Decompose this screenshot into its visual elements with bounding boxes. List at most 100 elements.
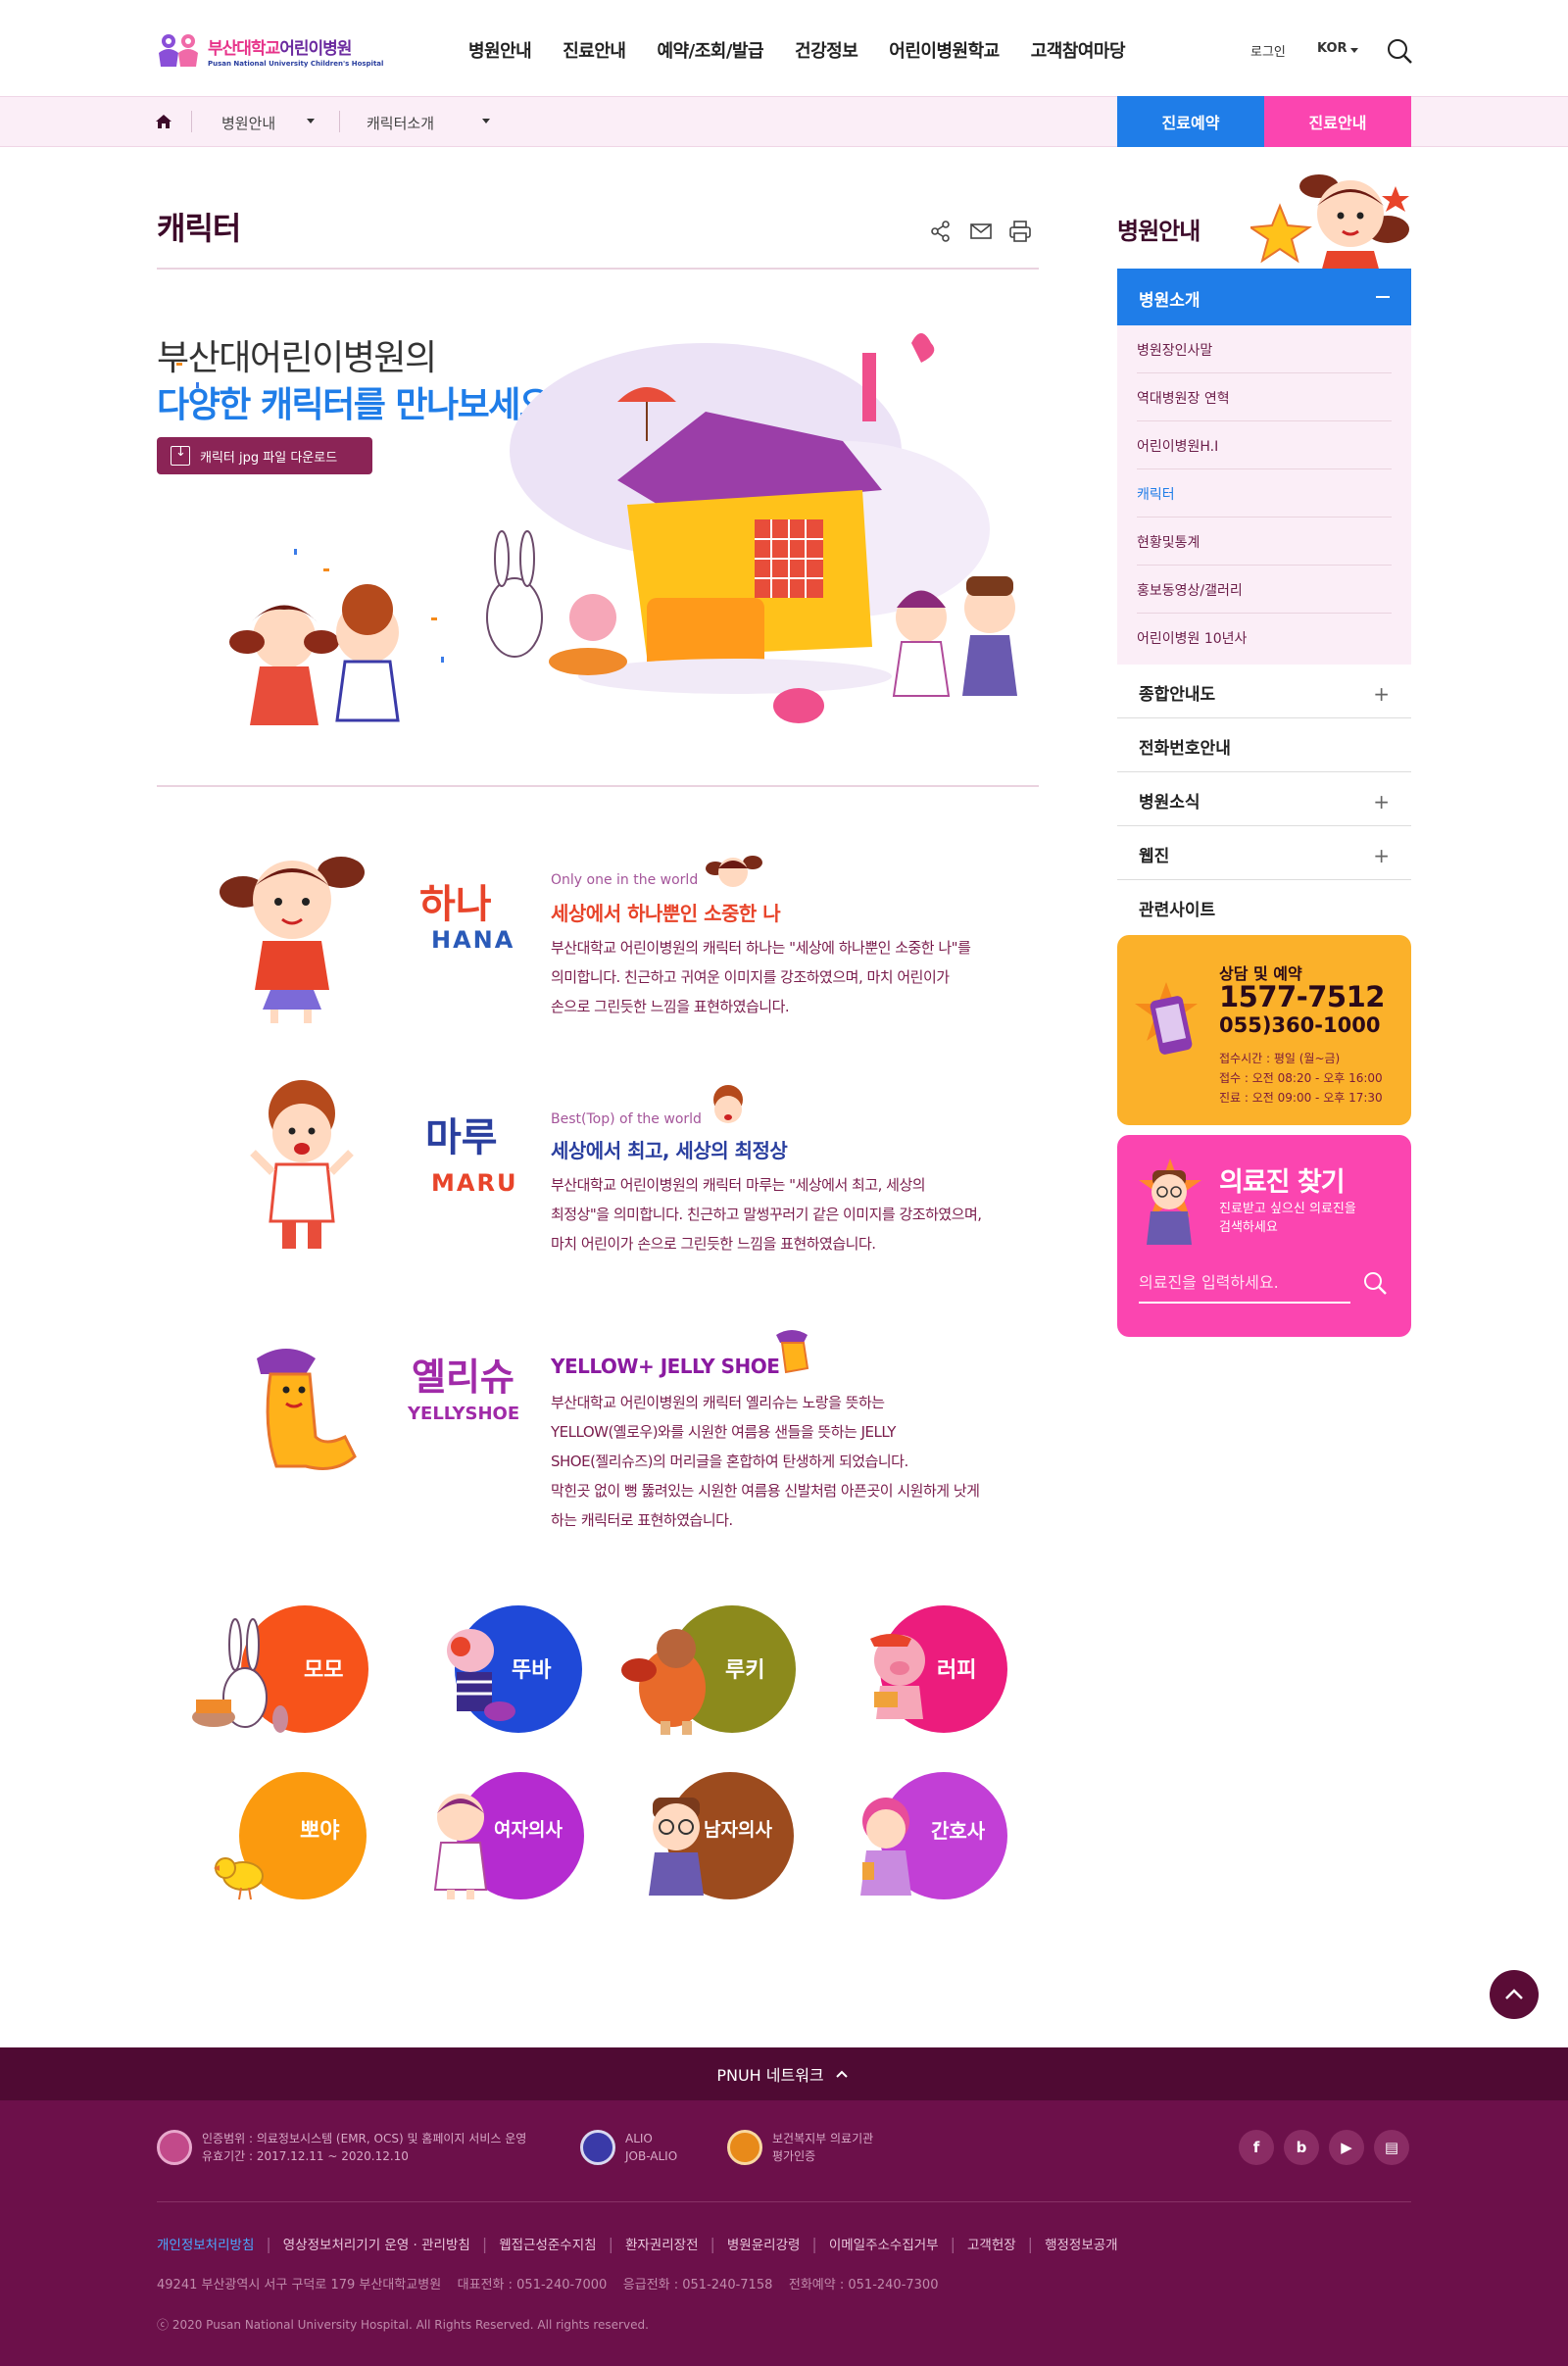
footer-link-ethics[interactable]: 병원윤리강령 bbox=[727, 2234, 801, 2253]
nav-reservation[interactable]: 예약/조회/발급 bbox=[658, 37, 764, 63]
doctor-search-desc: 진료받고 싶으신 의료진을 검색하세요 bbox=[1219, 1202, 1356, 1235]
facebook-icon[interactable]: f bbox=[1239, 2130, 1274, 2165]
maru-character-image bbox=[243, 1074, 361, 1255]
language-caret-icon bbox=[1350, 48, 1358, 53]
plus-icon: + bbox=[1373, 790, 1390, 813]
footer-link-accessibility[interactable]: 웹접근성준수지침 bbox=[499, 2234, 596, 2253]
friend-label-male-doctor: 남자의사 bbox=[704, 1819, 772, 1841]
app-icon[interactable]: ▤ bbox=[1374, 2130, 1409, 2165]
nav-treatment-info[interactable]: 진료안내 bbox=[563, 37, 626, 63]
ppoya-chick-image bbox=[212, 1845, 272, 1903]
sidebar-subitem-character[interactable]: 캐릭터 bbox=[1137, 469, 1392, 518]
page-title: 캐릭터 bbox=[157, 210, 241, 247]
footer-link-privacy[interactable]: 개인정보처리방침 bbox=[157, 2234, 254, 2253]
sidebar-item-hospital-intro[interactable]: 병원소개 bbox=[1117, 269, 1411, 325]
call-hours: 접수시간 : 평일 (월~금) 접수 : 오전 08:20 - 오후 16:00… bbox=[1219, 1052, 1383, 1105]
sidebar-subitem-greeting[interactable]: 병원장인사말 bbox=[1137, 325, 1392, 373]
login-link[interactable]: 로그인 bbox=[1250, 41, 1286, 60]
nav-customer[interactable]: 고객참여마당 bbox=[1031, 37, 1126, 63]
nav-hospital-info[interactable]: 병원안내 bbox=[468, 37, 532, 63]
logo-mark-icon bbox=[157, 31, 202, 71]
friend-label-ruffy: 러피 bbox=[937, 1658, 977, 1683]
maru-name-en: MARU bbox=[431, 1169, 518, 1197]
sidebar-item-news[interactable]: 병원소식 + bbox=[1117, 772, 1411, 826]
title-divider bbox=[157, 268, 1039, 270]
footer-divider bbox=[157, 2201, 1411, 2202]
yellyshoe-character-image bbox=[247, 1339, 360, 1476]
doctor-search-input[interactable] bbox=[1139, 1262, 1350, 1304]
search-icon[interactable] bbox=[1362, 1270, 1388, 1296]
nav-health-info[interactable]: 건강정보 bbox=[795, 37, 858, 63]
share-icon[interactable] bbox=[927, 218, 955, 245]
maru-heading: 세상에서 최고, 세상의 최정상 bbox=[551, 1139, 788, 1162]
male-doctor-image bbox=[643, 1794, 710, 1901]
footer-copyright: ⓒ 2020 Pusan National University Hospita… bbox=[157, 2318, 649, 2332]
maru-face-icon bbox=[704, 1082, 753, 1131]
hana-name-en: HANA bbox=[431, 926, 515, 954]
breadcrumb-depth1[interactable]: 병원안내 bbox=[221, 113, 275, 133]
quick-treatment-button[interactable]: 진료안내 bbox=[1264, 96, 1411, 147]
logo-english-text: Pusan National University Children's Hos… bbox=[208, 60, 384, 68]
alio-text[interactable]: ALIO JOB-ALIO bbox=[625, 2130, 677, 2165]
sidebar-title: 병원안내 bbox=[1117, 218, 1200, 245]
yellyshoe-name-en: YELLYSHOE bbox=[408, 1404, 520, 1424]
email-icon[interactable] bbox=[967, 218, 995, 245]
rooki-image bbox=[617, 1619, 725, 1739]
footer-link-email-refusal[interactable]: 이메일주소수집거부 bbox=[829, 2234, 939, 2253]
sidebar-subitem-hi[interactable]: 어린이병원H.I bbox=[1137, 421, 1392, 469]
ttuba-image bbox=[427, 1621, 525, 1739]
sidebar-subitem-statistics[interactable]: 현황및통계 bbox=[1137, 518, 1392, 566]
sidebar-submenu: 병원장인사말 역대병원장 연혁 어린이병원H.I 캐릭터 현황및통계 홍보동영상… bbox=[1117, 325, 1411, 665]
youtube-icon[interactable]: ▶ bbox=[1329, 2130, 1364, 2165]
sidebar-item-webzine[interactable]: 웹진 + bbox=[1117, 826, 1411, 880]
sidebar-item-phone[interactable]: 전화번호안내 bbox=[1117, 718, 1411, 772]
sidebar-subitem-10years[interactable]: 어린이병원 10년사 bbox=[1137, 614, 1392, 662]
footer-links: 개인정보처리방침 | 영상정보처리기기 운영 · 관리방침 | 웹접근성준수지침… bbox=[157, 2234, 1118, 2254]
language-select[interactable]: KOR bbox=[1317, 41, 1348, 56]
doctor-character-icon bbox=[1129, 1155, 1209, 1249]
sidebar-subitem-history[interactable]: 역대병원장 연혁 bbox=[1137, 373, 1392, 421]
breadcrumb-depth2[interactable]: 캐릭터소개 bbox=[367, 113, 434, 133]
scroll-top-button[interactable] bbox=[1490, 1970, 1539, 2019]
search-icon[interactable] bbox=[1386, 37, 1413, 65]
print-icon[interactable] bbox=[1006, 218, 1034, 245]
call-phone-sub: 055)360-1000 bbox=[1219, 1013, 1381, 1037]
isms-cert-icon bbox=[157, 2130, 192, 2165]
female-doctor-image bbox=[429, 1788, 492, 1901]
site-footer: 인증범위 : 의료정보시스템 (EMR, OCS) 및 홈페이지 서비스 운영 … bbox=[0, 2100, 1568, 2366]
yellyshoe-name-ko: 옐리슈 bbox=[412, 1356, 514, 1399]
friend-label-ppoya: 뽀야 bbox=[300, 1819, 340, 1844]
hero-illustration bbox=[157, 323, 1039, 755]
blog-icon[interactable]: b bbox=[1284, 2130, 1319, 2165]
hospital-logo[interactable]: 부산대학교어린이병원 Pusan National University Chi… bbox=[157, 31, 392, 71]
footer-link-charter[interactable]: 고객헌장 bbox=[967, 2234, 1016, 2253]
intro-divider bbox=[157, 785, 1039, 787]
quick-reservation-button[interactable]: 진료예약 bbox=[1117, 96, 1264, 147]
sidebar-item-guide-map[interactable]: 종합안내도 + bbox=[1117, 665, 1411, 718]
footer-address: 49241 부산광역시 서구 구덕로 179 부산대학교병원 대표전화 : 05… bbox=[157, 2278, 939, 2292]
hana-character-image bbox=[214, 843, 370, 1029]
chevron-up-icon bbox=[1505, 1989, 1523, 1999]
sidebar-subitem-gallery[interactable]: 홍보동영상/갤러리 bbox=[1137, 566, 1392, 614]
hana-waving-illustration bbox=[1248, 167, 1415, 272]
sidebar-item-related-sites[interactable]: 관련사이트 bbox=[1117, 880, 1411, 934]
footer-link-cctv[interactable]: 영상정보처리기기 운영 · 관리방침 bbox=[283, 2234, 470, 2253]
footer-link-patient-rights[interactable]: 환자권리장전 bbox=[625, 2234, 699, 2253]
friend-label-momo: 모모 bbox=[304, 1658, 344, 1683]
doctor-search-title: 의료진 찾기 bbox=[1219, 1167, 1346, 1198]
hana-subtitle: Only one in the world bbox=[551, 872, 699, 888]
accreditation-text: 보건복지부 의료기관 평가인증 bbox=[772, 2132, 874, 2163]
phone-icon bbox=[1127, 978, 1209, 1066]
nav-hospital-school[interactable]: 어린이병원학교 bbox=[889, 37, 1000, 63]
find-doctor-card: 의료진 찾기 진료받고 싶으신 의료진을 검색하세요 bbox=[1117, 1135, 1411, 1337]
minus-icon bbox=[1376, 296, 1390, 298]
network-toggle[interactable]: PNUH 네트워크 bbox=[0, 2047, 1568, 2100]
footer-link-public-info[interactable]: 행정정보공개 bbox=[1045, 2234, 1118, 2253]
site-header: 부산대학교어린이병원 Pusan National University Chi… bbox=[0, 0, 1568, 96]
maru-name-ko: 마루 bbox=[425, 1115, 498, 1160]
ruffy-pig-image bbox=[862, 1631, 937, 1729]
home-icon[interactable] bbox=[155, 113, 172, 130]
hana-name-ko: 하나 bbox=[419, 882, 492, 927]
plus-icon: + bbox=[1373, 844, 1390, 867]
consultation-card[interactable]: 상담 및 예약 1577-7512 055)360-1000 접수시간 : 평일… bbox=[1117, 935, 1411, 1125]
